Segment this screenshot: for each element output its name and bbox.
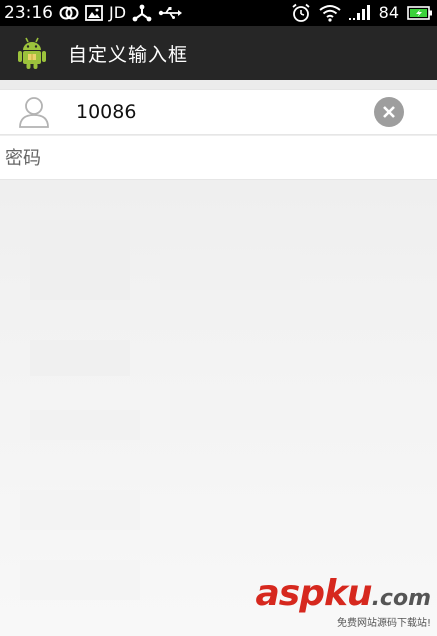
status-bar: 23:16 JD 84 [0, 0, 437, 26]
content-area [0, 80, 437, 636]
alarm-icon [291, 3, 311, 23]
username-row [0, 89, 437, 135]
user-icon [18, 95, 50, 129]
android-icon [16, 35, 48, 71]
link-icon [59, 6, 79, 20]
action-bar: 自定义输入框 [0, 26, 437, 80]
watermark-brand: aspku.com [255, 576, 431, 617]
password-row [0, 136, 437, 180]
status-time: 23:16 [4, 3, 53, 23]
status-bar-left: 23:16 JD [4, 0, 291, 26]
username-input[interactable] [76, 94, 356, 130]
app-title: 自定义输入框 [68, 43, 189, 66]
watermark-domain: .com [371, 586, 431, 611]
share-icon [132, 4, 152, 22]
battery-level: 84 [378, 3, 399, 22]
wifi-icon [319, 4, 341, 22]
background-decoration [20, 220, 310, 600]
image-icon [85, 5, 103, 21]
watermark-prefix: asp [255, 573, 324, 614]
watermark-subtitle: 免费网站源码下载站! [336, 618, 431, 629]
battery-icon [407, 6, 433, 20]
password-input[interactable] [5, 140, 425, 176]
usb-icon [158, 6, 183, 20]
clear-button[interactable] [374, 97, 404, 127]
status-bar-right: 84 [291, 0, 433, 26]
clear-icon [383, 106, 395, 118]
watermark-suffix: ku [323, 573, 373, 614]
jd-icon: JD [109, 3, 127, 22]
watermark-logo: aspku.com 免费网站源码下载站! [255, 576, 431, 630]
signal-icon [348, 5, 371, 21]
